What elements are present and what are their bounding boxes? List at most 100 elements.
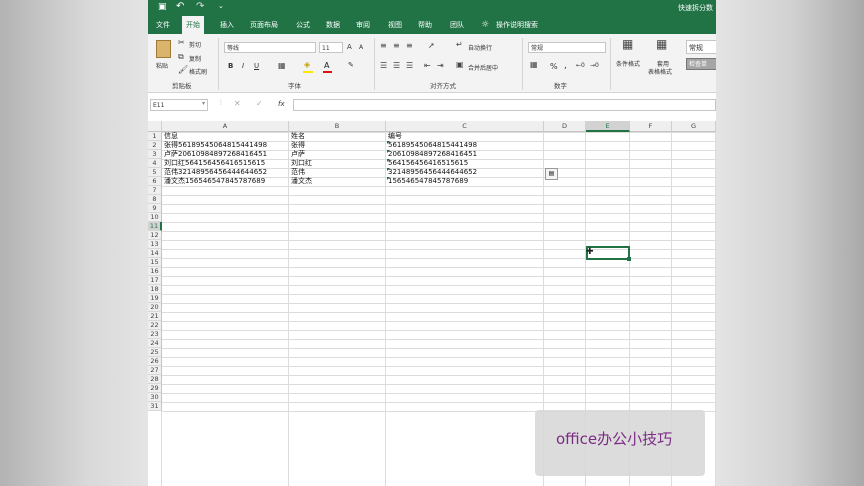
grow-font-button[interactable]: A [347,43,352,51]
row-header[interactable]: 31 [148,402,162,411]
font-name-select[interactable]: 等线 [224,42,316,53]
save-icon[interactable]: ▣ [158,2,167,12]
cell-B5[interactable]: 范伟 [291,168,305,177]
row-header[interactable]: 26 [148,357,162,366]
row-header[interactable]: 25 [148,348,162,357]
wrap-text-button[interactable]: 自动换行 [468,43,492,52]
row-header[interactable]: 4 [148,159,162,168]
row-header[interactable]: 10 [148,213,162,222]
cell-C3[interactable]: 20610984897268416451 [388,150,477,159]
row-header[interactable]: 28 [148,375,162,384]
cell-A6[interactable]: 潘文杰156546547845787689 [164,177,265,186]
table-format-line2[interactable]: 表格格式 [648,67,672,76]
row-header[interactable]: 2 [148,141,162,150]
comma-button[interactable]: , [564,61,567,71]
cut-button[interactable]: 剪切 [189,40,201,49]
cell-A5[interactable]: 范伟32148956456444644652 [164,168,267,177]
tab-formulas[interactable]: 公式 [296,16,310,34]
fill-handle[interactable] [627,257,631,261]
row-header[interactable]: 13 [148,240,162,249]
cell-C6[interactable]: 156546547845787689 [388,177,468,186]
cell-B6[interactable]: 潘文杰 [291,177,312,186]
decrease-decimal-button[interactable]: →0 [590,62,599,69]
row-header[interactable]: 21 [148,312,162,321]
row-header[interactable]: 3 [148,150,162,159]
column-header-a[interactable]: A [162,121,289,132]
tab-team[interactable]: 团队 [450,16,464,34]
conditional-formatting-button[interactable]: 条件格式 [616,59,640,68]
row-header[interactable]: 1 [148,132,162,141]
accounting-format-icon[interactable]: ▦ [530,60,538,70]
tab-file[interactable]: 文件 [156,16,170,34]
row-header[interactable]: 29 [148,384,162,393]
style-normal[interactable]: 常规 [686,40,716,54]
align-right-icon[interactable]: ☰ [406,61,413,71]
align-bottom-icon[interactable]: ≡ [406,41,413,51]
style-check-cell[interactable]: 检查单 [686,58,716,70]
percent-button[interactable]: % [550,62,558,71]
customize-qat-icon[interactable]: ⌄ [218,2,224,10]
fill-color-icon[interactable]: ◈ [304,60,310,70]
cell-B2[interactable]: 张得 [291,141,305,150]
tab-view[interactable]: 视图 [388,16,402,34]
cell-B1[interactable]: 姓名 [291,132,305,141]
row-header[interactable]: 7 [148,186,162,195]
column-header-b[interactable]: B [289,121,386,132]
phonetic-button[interactable]: ✎ [348,61,354,69]
row-header[interactable]: 8 [148,195,162,204]
tab-home[interactable]: 开始 [182,16,204,34]
row-header[interactable]: 22 [148,321,162,330]
align-center-icon[interactable]: ☰ [393,61,400,71]
row-header[interactable]: 15 [148,258,162,267]
paste-options-icon[interactable]: ▤ [545,168,558,180]
align-left-icon[interactable]: ☰ [380,61,387,71]
underline-button[interactable]: U [254,62,259,70]
formula-input[interactable] [293,99,716,111]
row-header[interactable]: 9 [148,204,162,213]
select-all-corner[interactable] [148,121,162,132]
bold-button[interactable]: B [228,62,233,70]
tab-insert[interactable]: 插入 [220,16,234,34]
decrease-indent-icon[interactable]: ⇤ [424,61,431,71]
copy-button[interactable]: 复制 [189,54,201,63]
row-header[interactable]: 5 [148,168,162,177]
enter-icon[interactable]: ✓ [256,99,263,108]
tab-help[interactable]: 帮助 [418,16,432,34]
column-header-d[interactable]: D [544,121,586,132]
column-header-c[interactable]: C [386,121,544,132]
row-header[interactable]: 17 [148,276,162,285]
insert-function-button[interactable]: fx [278,100,285,108]
tab-page-layout[interactable]: 页面布局 [250,16,278,34]
row-header[interactable]: 19 [148,294,162,303]
cell-A1[interactable]: 信息 [164,132,178,141]
align-middle-icon[interactable]: ≡ [393,41,400,51]
row-header[interactable]: 6 [148,177,162,186]
cell-A3[interactable]: 卢萨20610984897268416451 [164,150,267,159]
row-header[interactable]: 24 [148,339,162,348]
increase-indent-icon[interactable]: ⇥ [437,61,444,71]
name-box[interactable]: E11 [150,99,208,111]
italic-button[interactable]: I [242,62,244,70]
row-header[interactable]: 18 [148,285,162,294]
format-painter-button[interactable]: 格式刷 [189,67,207,76]
merge-center-button[interactable]: 合并后居中 [468,63,498,72]
cell-C4[interactable]: 564156456416515615 [388,159,468,168]
cell-B4[interactable]: 刘口红 [291,159,312,168]
font-color-button[interactable]: A [324,61,329,70]
cell-B3[interactable]: 卢萨 [291,150,305,159]
number-format-select[interactable]: 常规 [528,42,606,53]
increase-decimal-button[interactable]: ←0 [576,62,585,69]
row-header[interactable]: 27 [148,366,162,375]
redo-icon[interactable]: ↷ [196,1,204,12]
paste-button[interactable]: 粘贴 [154,38,172,74]
shrink-font-button[interactable]: A [359,44,363,51]
cell-C5[interactable]: 32148956456444644652 [388,168,477,177]
tab-review[interactable]: 审阅 [356,16,370,34]
font-size-select[interactable]: 11 [319,42,343,53]
name-box-dropdown-icon[interactable]: ▾ [202,100,205,107]
undo-icon[interactable]: ↶ [176,1,184,12]
tab-data[interactable]: 数据 [326,16,340,34]
tell-me-search[interactable]: 操作说明搜索 [496,16,538,34]
row-header[interactable]: 12 [148,231,162,240]
column-header-f[interactable]: F [630,121,672,132]
